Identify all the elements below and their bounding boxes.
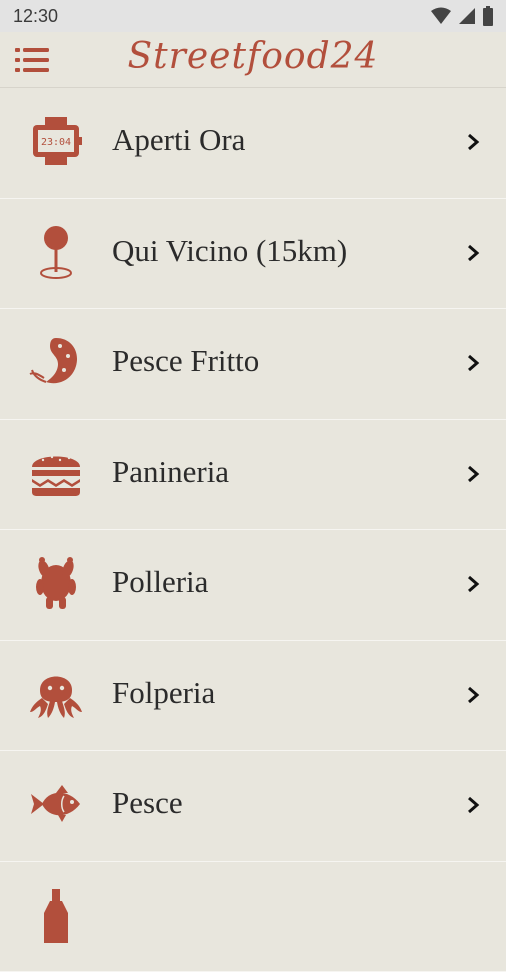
category-label: Polleria: [112, 564, 208, 600]
category-label: Pesce Fritto: [112, 343, 259, 379]
watch-icon: 23:04: [28, 113, 84, 169]
map-pin-icon: [28, 224, 84, 280]
fried-shrimp-icon: [28, 334, 84, 390]
category-item-partial[interactable]: [0, 862, 506, 972]
fish-icon: [28, 776, 84, 832]
chevron-right-icon: [463, 464, 483, 484]
category-item-qui-vicino[interactable]: Qui Vicino (15km): [0, 199, 506, 310]
category-item-pesce-fritto[interactable]: Pesce Fritto: [0, 309, 506, 420]
status-bar: 12:30: [0, 0, 506, 32]
signal-icon: [458, 7, 476, 25]
status-time: 12:30: [13, 6, 58, 27]
chevron-right-icon: [463, 685, 483, 705]
category-item-panineria[interactable]: Panineria: [0, 420, 506, 531]
category-item-aperti-ora[interactable]: 23:04 Aperti Ora: [0, 88, 506, 199]
category-label: Qui Vicino (15km): [112, 233, 347, 269]
chevron-right-icon: [463, 574, 483, 594]
chevron-right-icon: [463, 132, 483, 152]
category-item-polleria[interactable]: Polleria: [0, 530, 506, 641]
category-item-pesce[interactable]: Pesce: [0, 751, 506, 862]
category-label: Aperti Ora: [112, 122, 245, 158]
wifi-icon: [430, 7, 452, 25]
category-item-folperia[interactable]: Folperia: [0, 641, 506, 752]
status-icons: [430, 6, 494, 26]
chevron-right-icon: [463, 353, 483, 373]
bottle-icon: [28, 887, 84, 943]
app-title: Streetfood24: [0, 36, 506, 77]
octopus-icon: [28, 666, 84, 722]
chevron-right-icon: [463, 795, 483, 815]
category-label: Pesce: [112, 785, 183, 821]
category-label: Panineria: [112, 454, 229, 490]
app-bar: Streetfood24: [0, 32, 506, 88]
category-list: 23:04 Aperti Ora Qui Vicino (15km) Pesce…: [0, 88, 506, 972]
svg-text:23:04: 23:04: [41, 137, 71, 148]
roast-chicken-icon: [28, 555, 84, 611]
category-label: Folperia: [112, 675, 215, 711]
chevron-right-icon: [463, 243, 483, 263]
burger-icon: [28, 445, 84, 501]
battery-icon: [482, 6, 494, 26]
